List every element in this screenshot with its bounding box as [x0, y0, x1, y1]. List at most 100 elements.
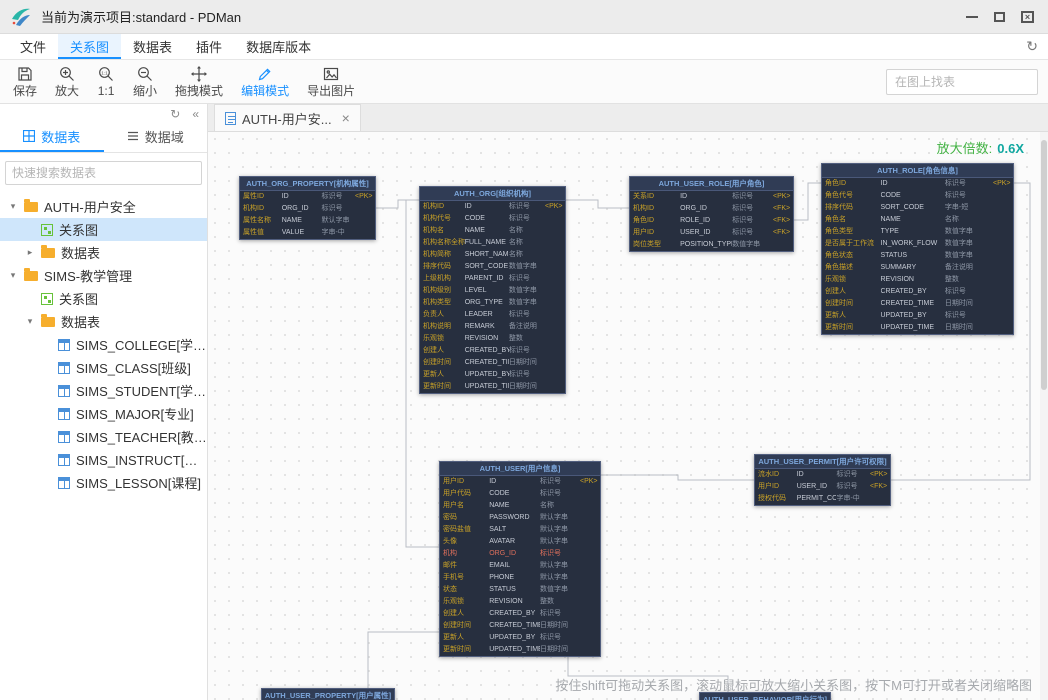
toolbar-save-button[interactable]: 保存 [4, 63, 46, 100]
er-field-row[interactable]: 排序代码SORT_CODE数值字串 [420, 261, 565, 273]
er-field-row[interactable]: 创建人CREATED_BY标识号 [420, 345, 565, 357]
collapse-arrow-icon[interactable]: ▾ [8, 201, 18, 212]
toolbar-edit-mode-button[interactable]: 编辑模式 [232, 63, 298, 100]
tree-item[interactable]: 关系图 [0, 218, 207, 241]
tree-item[interactable]: SIMS_LESSON[课程] [0, 471, 207, 494]
tab-auth-diagram[interactable]: AUTH-用户安... × [214, 104, 361, 131]
er-field-row[interactable]: 机构级别LEVEL数值字串 [420, 285, 565, 297]
er-field-row[interactable]: 上级机构PARENT_ID标识号 [420, 273, 565, 285]
er-field-row[interactable]: 邮件EMAIL默认字串 [440, 560, 600, 572]
er-field-row[interactable]: 更新时间UPDATED_TIME日期时间 [420, 381, 565, 393]
menu-item-插件[interactable]: 插件 [184, 34, 234, 59]
er-field-row[interactable]: 机构IDID标识号<PK> [420, 201, 565, 213]
er-field-row[interactable]: 更新人UPDATED_BY标识号 [440, 632, 600, 644]
er-table[interactable]: AUTH_ORG[组织机构]机构IDID标识号<PK>机构代号CODE标识号机构… [419, 186, 566, 394]
collapse-arrow-icon[interactable]: ▾ [25, 316, 35, 327]
tree-item[interactable]: SIMS_MAJOR[专业] [0, 402, 207, 425]
er-table[interactable]: AUTH_USER[用户信息]用户IDID标识号<PK>用户代码CODE标识号用… [439, 461, 601, 657]
menu-item-文件[interactable]: 文件 [8, 34, 58, 59]
er-field-row[interactable]: 属性IDID标识号<PK> [240, 191, 375, 203]
er-table[interactable]: AUTH_USER_PROPERTY[用户属性] [261, 688, 395, 700]
er-field-row[interactable]: 角色代号CODE标识号 [822, 190, 1013, 202]
er-field-row[interactable]: 更新时间UPDATED_TIME日期时间 [440, 644, 600, 656]
collapse-arrow-icon[interactable]: ▾ [8, 270, 18, 281]
er-field-row[interactable]: 乐观锁REVISION整数 [822, 274, 1013, 286]
maximize-icon[interactable] [994, 12, 1005, 22]
er-field-row[interactable]: 机构简称SHORT_NAME名称 [420, 249, 565, 261]
er-field-row[interactable]: 机构IDORG_ID标识号<FK> [630, 203, 793, 215]
er-field-row[interactable]: 机构ORG_ID标识号 [440, 548, 600, 560]
er-field-row[interactable]: 关系IDID标识号<PK> [630, 191, 793, 203]
er-field-row[interactable]: 用户IDUSER_ID标识号<FK> [630, 227, 793, 239]
er-field-row[interactable]: 机构名称全称FULL_NAME名称 [420, 237, 565, 249]
tree-item[interactable]: ▾AUTH-用户安全 [0, 195, 207, 218]
er-field-row[interactable]: 更新人UPDATED_BY标识号 [420, 369, 565, 381]
quick-search-input[interactable] [5, 161, 202, 185]
diagram-canvas[interactable]: AUTH_ORG_PROPERTY[机构属性]属性IDID标识号<PK>机构ID… [208, 132, 1048, 700]
minimize-icon[interactable] [966, 16, 978, 18]
er-table[interactable]: AUTH_USER_ROLE[用户角色]关系IDID标识号<PK>机构IDORG… [629, 176, 794, 252]
er-table[interactable]: AUTH_ROLE[角色信息]角色IDID标识号<PK>角色代号CODE标识号排… [821, 163, 1014, 335]
er-field-row[interactable]: 机构说明REMARK备注说明 [420, 321, 565, 333]
sidebar-refresh-icon[interactable]: ↻ [170, 108, 180, 120]
refresh-icon[interactable]: ↻ [1026, 38, 1038, 55]
er-field-row[interactable]: 角色IDROLE_ID标识号<FK> [630, 215, 793, 227]
menu-item-数据库版本[interactable]: 数据库版本 [234, 34, 323, 59]
sidebar-collapse-icon[interactable]: « [192, 108, 199, 120]
er-field-row[interactable]: 用户代码CODE标识号 [440, 488, 600, 500]
tree-item[interactable]: ▾SIMS-教学管理 [0, 264, 207, 287]
er-table[interactable]: AUTH_USER_PERMIT[用户许可权限]流水IDID标识号<PK>用户I… [754, 454, 891, 506]
close-icon[interactable]: × [1021, 11, 1034, 23]
er-field-row[interactable]: 手机号PHONE默认字串 [440, 572, 600, 584]
er-field-row[interactable]: 用户名NAME名称 [440, 500, 600, 512]
er-field-row[interactable]: 头像AVATAR默认字串 [440, 536, 600, 548]
er-field-row[interactable]: 角色IDID标识号<PK> [822, 178, 1013, 190]
tree-item[interactable]: ▸数据表 [0, 241, 207, 264]
menu-item-关系图[interactable]: 关系图 [58, 34, 121, 59]
tree-item[interactable]: ▾数据表 [0, 310, 207, 333]
menu-item-数据表[interactable]: 数据表 [121, 34, 184, 59]
er-field-row[interactable]: 授权代码PERMIT_CODE字串-中 [755, 493, 890, 505]
tree-item[interactable]: SIMS_COLLEGE[学院] [0, 333, 207, 356]
toolbar-zoom-out-button[interactable]: 缩小 [124, 63, 166, 100]
er-table[interactable]: AUTH_ORG_PROPERTY[机构属性]属性IDID标识号<PK>机构ID… [239, 176, 376, 240]
er-field-row[interactable]: 乐观锁REVISION整数 [440, 596, 600, 608]
er-field-row[interactable]: 用户IDID标识号<PK> [440, 476, 600, 488]
sidebar-tab-数据表[interactable]: 数据表 [0, 122, 104, 152]
er-field-row[interactable]: 排序代码SORT_CODE字串-短 [822, 202, 1013, 214]
tree-item[interactable]: SIMS_TEACHER[教师] [0, 425, 207, 448]
tree-item[interactable]: 关系图 [0, 287, 207, 310]
find-table-input[interactable] [886, 69, 1038, 95]
er-field-row[interactable]: 创建人CREATED_BY标识号 [440, 608, 600, 620]
er-field-row[interactable]: 角色状态STATUS数值字串 [822, 250, 1013, 262]
er-field-row[interactable]: 流水IDID标识号<PK> [755, 469, 890, 481]
er-field-row[interactable]: 用户IDUSER_ID标识号<FK> [755, 481, 890, 493]
er-field-row[interactable]: 岗位类型POSITION_TYPE数值字串 [630, 239, 793, 251]
tree-item[interactable]: SIMS_CLASS[班级] [0, 356, 207, 379]
toolbar-drag-mode-button[interactable]: 拖拽模式 [166, 63, 232, 100]
er-field-row[interactable]: 机构IDORG_ID标识号 [240, 203, 375, 215]
tree-item[interactable]: SIMS_INSTRUCT[授课] [0, 448, 207, 471]
er-field-row[interactable]: 机构代号CODE标识号 [420, 213, 565, 225]
er-field-row[interactable]: 负责人LEADER标识号 [420, 309, 565, 321]
tab-close-icon[interactable]: × [342, 111, 350, 125]
er-field-row[interactable]: 更新时间UPDATED_TIME日期时间 [822, 322, 1013, 334]
vertical-scrollbar[interactable] [1040, 132, 1048, 700]
er-field-row[interactable]: 密码PASSWORD默认字串 [440, 512, 600, 524]
er-field-row[interactable]: 机构名NAME名称 [420, 225, 565, 237]
er-field-row[interactable]: 创建时间CREATED_TIME日期时间 [440, 620, 600, 632]
er-field-row[interactable]: 创建人CREATED_BY标识号 [822, 286, 1013, 298]
er-field-row[interactable]: 创建时间CREATED_TIME日期时间 [822, 298, 1013, 310]
er-field-row[interactable]: 机构类型ORG_TYPE数值字串 [420, 297, 565, 309]
toolbar-zoom-in-button[interactable]: 放大 [46, 63, 88, 100]
er-field-row[interactable]: 角色名NAME名称 [822, 214, 1013, 226]
er-field-row[interactable]: 乐观锁REVISION整数 [420, 333, 565, 345]
er-field-row[interactable]: 属性名称NAME默认字串 [240, 215, 375, 227]
toolbar-export-image-button[interactable]: 导出图片 [298, 63, 364, 100]
er-field-row[interactable]: 更新人UPDATED_BY标识号 [822, 310, 1013, 322]
scrollbar-thumb[interactable] [1041, 140, 1047, 390]
er-field-row[interactable]: 创建时间CREATED_TIME日期时间 [420, 357, 565, 369]
er-field-row[interactable]: 状态STATUS数值字串 [440, 584, 600, 596]
er-field-row[interactable]: 角色类型TYPE数值字串 [822, 226, 1013, 238]
tree-item[interactable]: SIMS_STUDENT[学生] [0, 379, 207, 402]
